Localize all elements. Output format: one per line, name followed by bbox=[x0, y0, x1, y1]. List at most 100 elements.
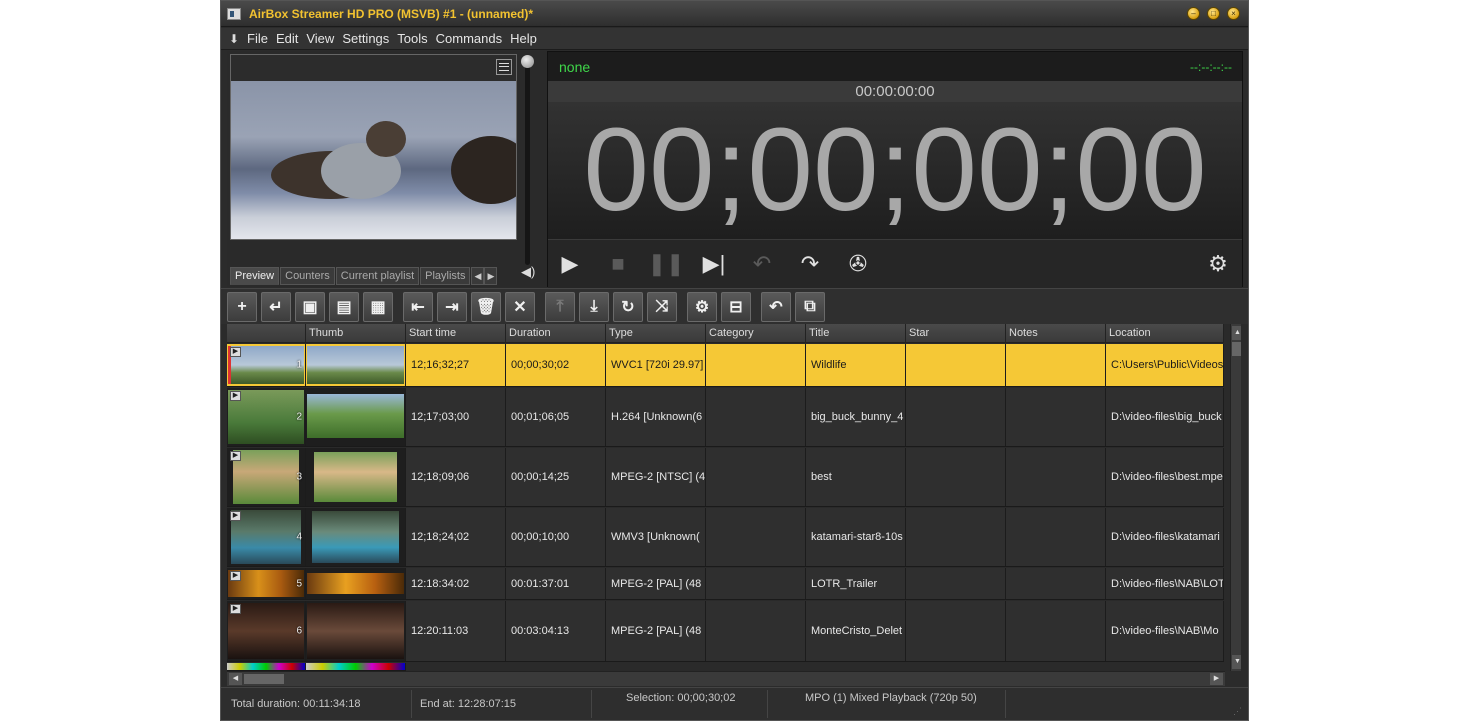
cell-type[interactable]: MPEG-2 [PAL] (48 k bbox=[606, 601, 706, 661]
skip-next-icon[interactable]: ▶| bbox=[700, 250, 728, 278]
loop-icon[interactable]: ↻ bbox=[613, 291, 643, 322]
cell-type[interactable]: H.264 [Unknown(6 bbox=[606, 388, 706, 446]
scroll-up-icon[interactable]: ▲ bbox=[1232, 326, 1241, 340]
cell-category[interactable] bbox=[706, 388, 806, 446]
cell-title[interactable]: best bbox=[806, 448, 906, 506]
col-start-time[interactable]: Start time bbox=[406, 324, 506, 343]
export-icon[interactable]: ▦ bbox=[363, 291, 393, 322]
col-notes[interactable]: Notes bbox=[1006, 324, 1106, 343]
cell-notes[interactable] bbox=[1006, 508, 1106, 566]
cell-category[interactable] bbox=[706, 344, 806, 386]
save-as-icon[interactable]: ▤ bbox=[329, 291, 359, 322]
cell-duration[interactable]: 00;00;30;02 bbox=[506, 344, 606, 386]
cell-category[interactable] bbox=[706, 448, 806, 506]
cell-title[interactable]: katamari-star8-10s bbox=[806, 508, 906, 566]
menu-edit[interactable]: Edit bbox=[272, 31, 302, 46]
insert-clip-icon[interactable]: ↵ bbox=[261, 291, 291, 322]
cell-duration[interactable]: 00:01:37:01 bbox=[506, 568, 606, 599]
cell-start[interactable]: 12;18;09;06 bbox=[406, 448, 506, 506]
cell-star[interactable] bbox=[906, 601, 1006, 661]
resize-icon[interactable]: ⧉ bbox=[795, 291, 825, 322]
col-title[interactable]: Title bbox=[806, 324, 906, 343]
horizontal-scrollbar[interactable]: ◀ ▶ bbox=[227, 671, 1225, 686]
cell-star[interactable] bbox=[906, 344, 1006, 386]
col-category[interactable]: Category bbox=[706, 324, 806, 343]
cell-start[interactable]: 12:18:34:02 bbox=[406, 568, 506, 599]
resize-grip-icon[interactable]: ⋰ bbox=[1233, 706, 1242, 717]
shuffle-icon[interactable]: ⤨ bbox=[647, 291, 677, 322]
cell-category[interactable] bbox=[706, 568, 806, 599]
remove-icon[interactable]: ✕ bbox=[505, 291, 535, 322]
speaker-icon[interactable]: ◀) bbox=[521, 264, 535, 280]
col-duration[interactable]: Duration bbox=[506, 324, 606, 343]
delete-icon[interactable]: 🗑 bbox=[471, 291, 501, 322]
cell-star[interactable] bbox=[906, 388, 1006, 446]
table-row[interactable]: ▶ 3 12;18;09;06 00;00;14;25 MPEG-2 [NTSC… bbox=[227, 448, 1224, 507]
volume-knob[interactable] bbox=[521, 55, 534, 68]
gear-icon[interactable]: ⚙ bbox=[1204, 250, 1232, 278]
cell-start[interactable]: 12;17;03;00 bbox=[406, 388, 506, 446]
scroll-right-icon[interactable]: ▶ bbox=[1210, 673, 1223, 685]
scroll-left-icon[interactable]: ◀ bbox=[229, 673, 242, 685]
play-icon[interactable]: ▶ bbox=[556, 250, 584, 278]
cell-title[interactable]: MonteCristo_Delet bbox=[806, 601, 906, 661]
cell-start[interactable]: 12;16;32;27 bbox=[406, 344, 506, 386]
menu-tools[interactable]: Tools bbox=[393, 31, 431, 46]
pause-icon[interactable]: ❚❚ bbox=[648, 250, 685, 278]
table-row[interactable]: ▶ 6 12:20:11:03 00:03:04:13 MPEG-2 [PAL]… bbox=[227, 601, 1224, 662]
cell-type[interactable]: MPEG-2 [NTSC] (48 bbox=[606, 448, 706, 506]
table-row[interactable]: ▶ 5 12:18:34:02 00:01:37:01 MPEG-2 [PAL]… bbox=[227, 568, 1224, 600]
cell-location[interactable]: D:\video-files\katamari bbox=[1106, 508, 1224, 566]
film-reel-icon[interactable]: ✇ bbox=[844, 250, 872, 278]
redo-icon[interactable]: ↷ bbox=[796, 250, 824, 278]
tab-counters[interactable]: Counters bbox=[280, 267, 335, 285]
tab-playlists[interactable]: Playlists bbox=[420, 267, 471, 285]
menu-settings[interactable]: Settings bbox=[338, 31, 393, 46]
tab-current-playlist[interactable]: Current playlist bbox=[335, 267, 420, 285]
add-clip-icon[interactable]: + bbox=[227, 291, 257, 322]
cell-location[interactable]: C:\Users\Public\Videos bbox=[1106, 344, 1224, 386]
table-row[interactable]: ▶ 2 12;17;03;00 00;01;06;05 H.264 [Unkno… bbox=[227, 388, 1224, 447]
cell-type[interactable]: MPEG-2 [PAL] (48 k bbox=[606, 568, 706, 599]
save-icon[interactable]: ▣ bbox=[295, 291, 325, 322]
tab-preview[interactable]: Preview bbox=[230, 267, 280, 285]
minimize-button[interactable]: – bbox=[1187, 7, 1200, 20]
table-row[interactable]: ▶ 1 12;16;32;27 00;00;30;02 WVC1 [720i 2… bbox=[227, 344, 1224, 387]
cell-notes[interactable] bbox=[1006, 448, 1106, 506]
cell-location[interactable]: D:\video-files\best.mpe bbox=[1106, 448, 1224, 506]
cell-notes[interactable] bbox=[1006, 601, 1106, 661]
menu-view[interactable]: View bbox=[302, 31, 338, 46]
cell-duration[interactable]: 00:03:04:13 bbox=[506, 601, 606, 661]
tab-scroll-right-icon[interactable]: ▶ bbox=[484, 267, 498, 285]
hscroll-thumb[interactable] bbox=[244, 674, 284, 684]
cell-notes[interactable] bbox=[1006, 388, 1106, 446]
cell-duration[interactable]: 00;01;06;05 bbox=[506, 388, 606, 446]
cell-star[interactable] bbox=[906, 508, 1006, 566]
fit-icon[interactable]: ⊟ bbox=[721, 291, 751, 322]
move-bottom-icon[interactable]: ⤓ bbox=[579, 291, 609, 322]
maximize-button[interactable]: □ bbox=[1207, 7, 1220, 20]
cell-notes[interactable] bbox=[1006, 568, 1106, 599]
cell-duration[interactable]: 00;00;10;00 bbox=[506, 508, 606, 566]
volume-slider[interactable] bbox=[525, 57, 530, 265]
table-row[interactable]: ▶ 4 12;18;24;02 00;00;10;00 WMV3 [Unknow… bbox=[227, 508, 1224, 567]
col-thumb[interactable]: Thumb bbox=[306, 324, 406, 343]
menu-file[interactable]: File bbox=[243, 31, 272, 46]
cell-type[interactable]: WVC1 [720i 29.97] bbox=[606, 344, 706, 386]
menu-help[interactable]: Help bbox=[506, 31, 541, 46]
cell-category[interactable] bbox=[706, 508, 806, 566]
scroll-down-icon[interactable]: ▼ bbox=[1232, 655, 1241, 669]
cell-star[interactable] bbox=[906, 568, 1006, 599]
cell-title[interactable]: big_buck_bunny_4 bbox=[806, 388, 906, 446]
cell-duration[interactable]: 00;00;14;25 bbox=[506, 448, 606, 506]
col-type[interactable]: Type bbox=[606, 324, 706, 343]
tab-scroll-left-icon[interactable]: ◀ bbox=[471, 267, 485, 285]
scroll-thumb[interactable] bbox=[1232, 342, 1241, 356]
cell-location[interactable]: D:\video-files\NAB\Mo bbox=[1106, 601, 1224, 661]
vertical-scrollbar[interactable]: ▲ ▼ bbox=[1230, 324, 1241, 671]
move-left-icon[interactable]: ⇤ bbox=[403, 291, 433, 322]
move-top-icon[interactable]: ⤒ bbox=[545, 291, 575, 322]
cell-start[interactable]: 12:20:11:03 bbox=[406, 601, 506, 661]
col-star[interactable]: Star bbox=[906, 324, 1006, 343]
close-button[interactable]: × bbox=[1227, 7, 1240, 20]
